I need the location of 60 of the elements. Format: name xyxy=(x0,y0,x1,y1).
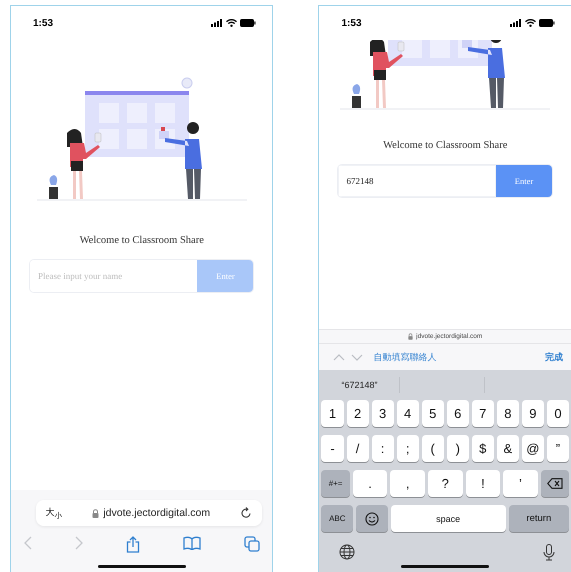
keyboard-key[interactable]: ( xyxy=(422,435,444,462)
status-time: 1:53 xyxy=(341,18,362,28)
forward-icon xyxy=(74,536,83,550)
keyboard-key[interactable]: 1 xyxy=(321,400,344,427)
battery-icon xyxy=(539,19,555,27)
done-button[interactable]: 完成 xyxy=(545,350,563,364)
name-input-field[interactable]: 672148 xyxy=(338,165,496,197)
keyboard-key[interactable]: / xyxy=(346,435,369,462)
emoji-icon xyxy=(364,512,379,526)
lock-icon xyxy=(92,508,100,518)
welcome-heading: Welcome to Classroom Share xyxy=(78,235,205,246)
status-time: 1:53 xyxy=(33,18,54,28)
url-text: jdvote.jectordigital.com xyxy=(103,507,210,519)
welcome-heading: Welcome to Classroom Share xyxy=(382,140,508,151)
globe-icon[interactable] xyxy=(339,544,356,560)
keyboard-key[interactable]: & xyxy=(496,435,519,462)
keyboard-key[interactable]: 0 xyxy=(546,400,569,427)
keyboard-key[interactable]: ) xyxy=(446,435,469,462)
suggestion-item[interactable]: “672148” xyxy=(321,380,400,390)
keyboard-key[interactable]: ? xyxy=(428,470,463,497)
keyboard-key[interactable]: 6 xyxy=(446,400,469,427)
signal-icon xyxy=(510,19,522,27)
book-icon xyxy=(182,536,201,550)
keyboard-key[interactable]: #+= xyxy=(321,470,350,497)
keyboard-key[interactable]: 5 xyxy=(422,400,444,427)
address-bar[interactable]: 大$_{小}$ jdvote.jectordigital.com xyxy=(36,500,262,526)
return-key[interactable]: return xyxy=(508,505,569,532)
keyboard-key[interactable]: 7 xyxy=(472,400,494,427)
keyboard-key[interactable]: 8 xyxy=(496,400,519,427)
keyboard-key[interactable]: $ xyxy=(472,435,494,462)
space-key[interactable]: space xyxy=(390,505,506,532)
emoji-key[interactable] xyxy=(356,505,388,532)
keyboard-key[interactable]: 9 xyxy=(522,400,544,427)
keyboard-key[interactable]: 4 xyxy=(396,400,419,427)
backspace-icon xyxy=(546,478,563,489)
keyboard-key[interactable]: , xyxy=(390,470,425,497)
keyboard-key[interactable]: @ xyxy=(522,435,544,462)
signal-icon xyxy=(211,19,224,27)
tabs-icon xyxy=(244,536,260,552)
keyboard-key[interactable]: - xyxy=(321,435,344,462)
reload-icon[interactable] xyxy=(240,507,252,519)
keyboard-key[interactable]: 3 xyxy=(372,400,394,427)
microphone-icon[interactable] xyxy=(543,544,555,561)
wifi-icon xyxy=(525,19,536,27)
keyboard-key[interactable]: . xyxy=(352,470,388,497)
keyboard-key[interactable]: 2 xyxy=(346,400,369,427)
keyboard-key[interactable]: ; xyxy=(396,435,419,462)
lock-icon xyxy=(408,333,414,340)
keyboard-key[interactable]: ’ xyxy=(503,470,538,497)
keyboard-key[interactable]: ABC xyxy=(321,505,354,532)
battery-icon xyxy=(240,19,256,27)
backspace-key[interactable] xyxy=(540,470,570,497)
wifi-icon xyxy=(226,19,238,27)
keyboard-key[interactable]: ” xyxy=(546,435,569,462)
share-icon xyxy=(126,536,140,553)
autofill-contact-link[interactable]: 自動填寫聯絡人 xyxy=(373,350,539,364)
text-size-button[interactable]: 大$_{小}$ xyxy=(46,506,63,520)
keyboard-key[interactable]: : xyxy=(372,435,394,462)
keyboard-key[interactable]: ! xyxy=(466,470,500,497)
back-icon xyxy=(24,536,32,550)
